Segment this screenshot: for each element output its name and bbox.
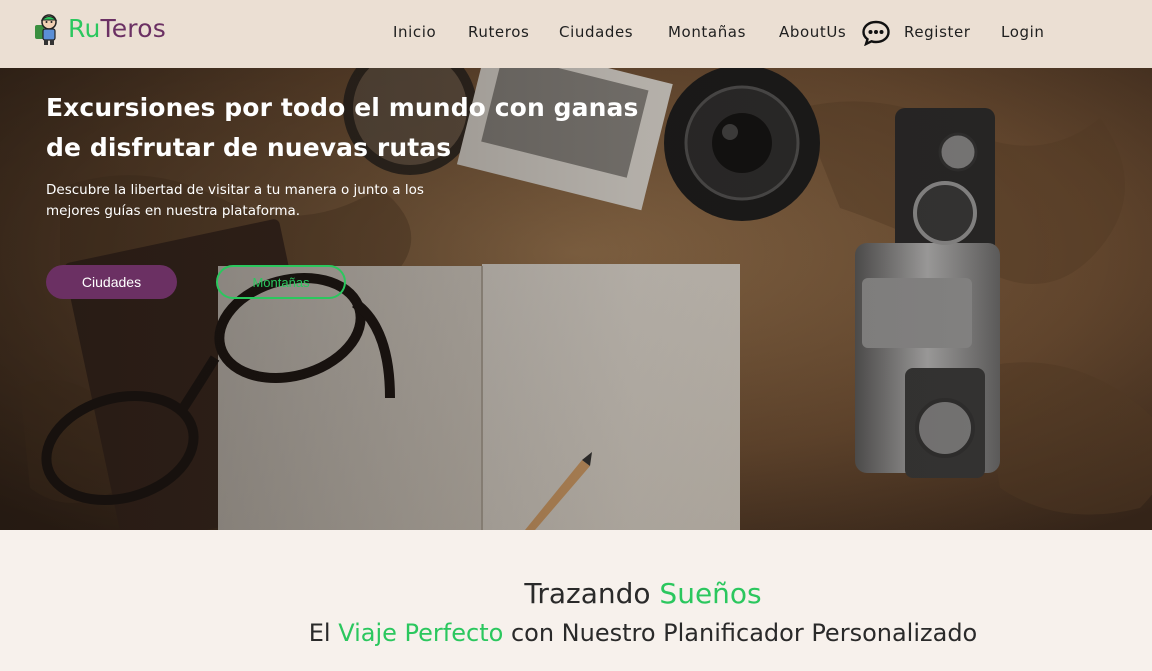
brand-name-part2: Teros	[100, 14, 166, 43]
nav-link-inicio[interactable]: Inicio	[393, 22, 436, 42]
nav-link-montanas[interactable]: Montañas	[668, 22, 746, 42]
section-subheading: El Viaje Perfecto con Nuestro Planificad…	[0, 616, 1152, 650]
navbar: RuTeros Inicio Ruteros Ciudades Montañas…	[0, 0, 1152, 68]
mountains-button[interactable]: Montañas	[216, 265, 346, 299]
register-link[interactable]: Register	[904, 22, 971, 42]
subheading-text-highlight: Viaje Perfecto	[338, 619, 504, 647]
hero-banner: Excursiones por todo el mundo con ganas …	[0, 68, 1152, 530]
login-link[interactable]: Login	[1001, 22, 1044, 42]
section-heading: Trazando Sueños	[0, 576, 1152, 612]
planner-intro-section: Trazando Sueños El Viaje Perfecto con Nu…	[0, 530, 1152, 671]
heading-text-part1: Trazando	[524, 577, 660, 610]
cities-button[interactable]: Ciudades	[46, 265, 177, 299]
traveler-logo-icon	[30, 12, 64, 46]
nav-link-ruteros[interactable]: Ruteros	[468, 22, 529, 42]
brand-name-part1: Ru	[68, 14, 101, 43]
brand-name: RuTeros	[68, 12, 166, 46]
brand-logo-link[interactable]: RuTeros	[30, 12, 166, 46]
subheading-text-part2: con Nuestro Planificador Personalizado	[503, 619, 978, 647]
hero-subtitle: Descubre la libertad de visitar a tu man…	[46, 182, 424, 219]
heading-text-highlight: Sueños	[659, 577, 762, 610]
chat-icon[interactable]	[862, 20, 890, 47]
hero-title: Excursiones por todo el mundo con ganas …	[46, 93, 639, 162]
nav-link-aboutus[interactable]: AboutUs	[779, 22, 846, 42]
subheading-text-part1: El	[308, 619, 339, 647]
nav-link-ciudades[interactable]: Ciudades	[559, 22, 633, 42]
